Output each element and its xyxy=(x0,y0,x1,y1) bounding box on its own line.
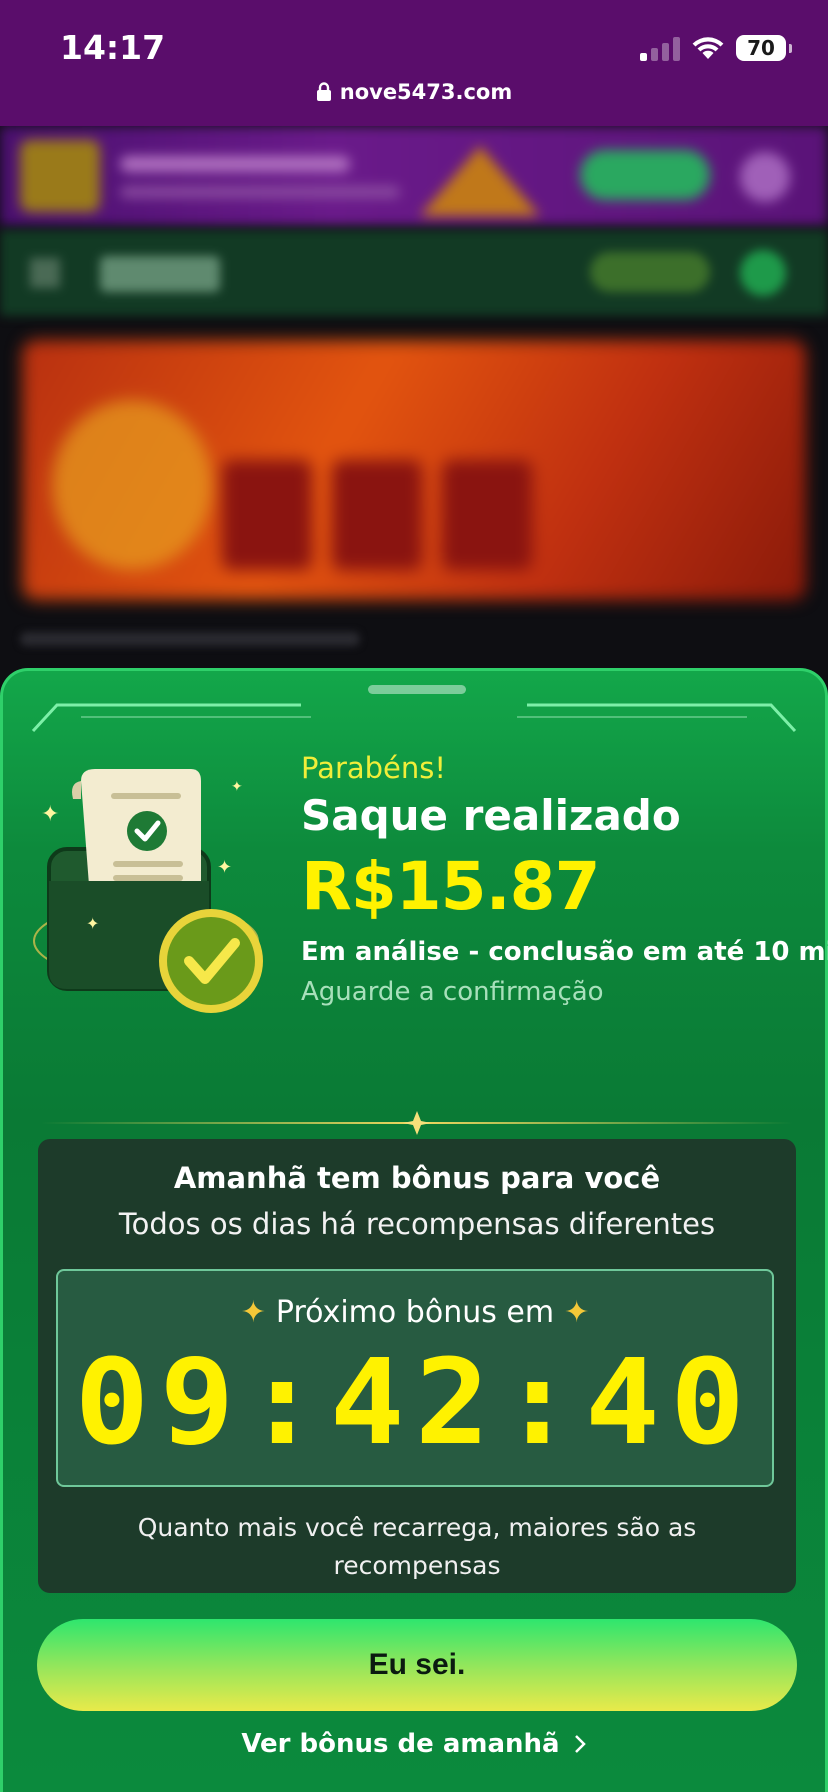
withdrawal-summary: Parabéns! Saque realizado R$15.87 Em aná… xyxy=(301,751,828,1007)
withdrawal-amount: R$15.87 xyxy=(301,848,601,925)
withdrawal-title: Saque realizado xyxy=(301,791,681,840)
view-tomorrow-bonus-label: Ver bônus de amanhã xyxy=(241,1729,560,1759)
svg-text:✦: ✦ xyxy=(217,857,232,878)
countdown-box: ✦ Próximo bônus em ✦ 09:42:40 xyxy=(56,1269,774,1487)
background-navbar xyxy=(0,230,828,316)
status-time: 14:17 xyxy=(60,28,166,67)
corner-frame-left xyxy=(31,703,311,733)
bonus-subtitle: Todos os dias há recompensas diferentes xyxy=(118,1207,716,1241)
bonus-card: Amanhã tem bônus para você Todos os dias… xyxy=(38,1139,796,1593)
acknowledge-button[interactable]: Eu sei. xyxy=(37,1619,797,1711)
blurred-background-page xyxy=(0,126,828,686)
url-text: nove5473.com xyxy=(339,80,513,104)
chevron-right-icon xyxy=(574,1735,586,1753)
withdrawal-subtitle: Aguarde a confirmação xyxy=(301,977,604,1007)
background-hero xyxy=(22,340,806,600)
congrats-text: Parabéns! xyxy=(301,751,447,785)
next-bonus-label-row: ✦ Próximo bônus em ✦ xyxy=(58,1295,772,1330)
bonus-title: Amanhã tem bônus para você xyxy=(173,1161,661,1195)
svg-text:✦: ✦ xyxy=(41,802,59,827)
svg-text:✦: ✦ xyxy=(231,779,243,795)
background-text xyxy=(20,632,360,646)
sheet-drag-handle[interactable] xyxy=(368,685,466,694)
background-banner xyxy=(0,126,828,226)
svg-text:✦: ✦ xyxy=(86,914,99,933)
corner-frame-right xyxy=(517,703,797,733)
withdrawal-success-sheet: ✦ ✦ ✦ ✦ Parabéns! Saque realizado R$15.8… xyxy=(0,668,828,1792)
status-icons: 70 xyxy=(640,30,792,66)
sparkle-icon: ✦ xyxy=(240,1295,266,1330)
wallet-receipt-check-icon: ✦ ✦ ✦ ✦ xyxy=(33,769,263,1013)
cellular-signal-icon xyxy=(640,35,680,61)
countdown-timer: 09:42:40 xyxy=(74,1333,756,1471)
withdrawal-status: Em análise - conclusão em até 10 min xyxy=(301,937,828,967)
lock-icon xyxy=(316,82,331,101)
view-tomorrow-bonus-link[interactable]: Ver bônus de amanhã xyxy=(3,1729,825,1759)
status-bar: 14:17 70 nove5473.com xyxy=(0,0,828,126)
bonus-note: Quanto mais você recarrega, maiores são … xyxy=(137,1513,697,1580)
next-bonus-label: Próximo bônus em xyxy=(275,1295,555,1330)
wifi-icon xyxy=(692,35,724,61)
battery-icon: 70 xyxy=(736,35,792,61)
sparkle-icon: ✦ xyxy=(564,1295,590,1330)
sparkle-divider xyxy=(41,1111,793,1135)
address-bar[interactable]: nove5473.com xyxy=(0,80,828,104)
